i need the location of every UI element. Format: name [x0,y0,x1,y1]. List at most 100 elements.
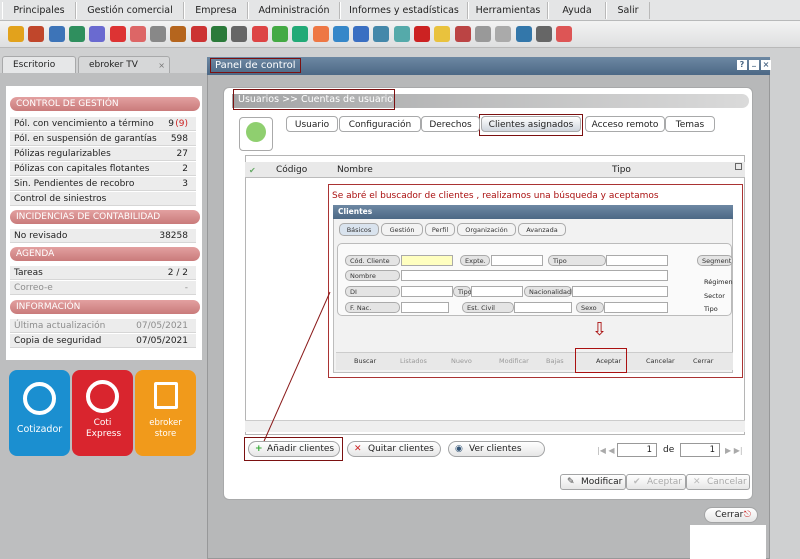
users-icon[interactable] [8,26,24,42]
accept-button[interactable]: ✔ Aceptar [626,474,686,490]
control-row[interactable]: Pól. con vencimiento a término 9 (9) [10,117,196,131]
person-icon[interactable] [28,26,45,42]
tab-escritorio[interactable]: Escritorio [2,56,76,73]
search-icon[interactable] [48,26,65,42]
tab-usuario[interactable]: Usuario [286,116,338,132]
control-row[interactable]: Pólizas con capitales flotantes 2 [10,162,196,176]
tipo2-select[interactable] [471,286,523,297]
phone2-icon[interactable] [515,26,532,42]
gear-icon[interactable] [312,26,329,42]
first-page-icon[interactable]: |◀ ◀ [597,446,615,455]
nacionalidad-input[interactable] [572,286,668,297]
control-row[interactable]: Pól. en suspensión de garantías 598 [10,132,196,146]
tab-ebroker-tv[interactable]: ebroker TV × [78,56,170,73]
briefcase-icon[interactable] [170,26,187,42]
info-row[interactable]: Copia de seguridad 07/05/2021 [10,334,196,348]
close-icon[interactable]: × [761,60,771,70]
card-icon[interactable] [68,26,85,42]
page-input[interactable]: 1 [617,443,657,457]
bulb-icon[interactable] [434,26,451,42]
tab-temas[interactable]: Temas [665,116,715,132]
fnac-input[interactable] [401,302,449,313]
info-row-value: 07/05/2021 [136,321,188,331]
wrench-icon[interactable] [150,26,167,42]
search-nuevo-button[interactable]: Nuevo [451,355,472,368]
pen-icon[interactable] [535,26,552,42]
help-icon[interactable] [556,26,573,42]
menu-gestion-comercial[interactable]: Gestión comercial [76,2,184,19]
e-icon[interactable] [332,26,349,42]
modify-button[interactable]: ✎ Modificar [560,474,626,490]
calendar2-icon[interactable] [393,26,410,42]
minimize-icon[interactable]: _ [749,59,759,70]
nombre-input[interactable] [401,270,668,281]
cancel-button[interactable]: ✕ Cancelar [686,474,750,490]
help-icon[interactable]: ? [737,60,747,70]
search-tab-perfil[interactable]: Perfil [425,223,455,236]
doc3-icon[interactable] [495,26,512,42]
app-cotizador[interactable]: Cotizador [9,370,70,456]
person-red-icon[interactable] [251,26,268,42]
view-clients-button[interactable]: ◉ Ver clientes [448,441,545,457]
search-bajas-button[interactable]: Bajas [546,355,564,368]
search-cerrar-button[interactable]: Cerrar [693,355,713,368]
search-modificar-button[interactable]: Modificar [499,355,529,368]
globe-icon[interactable] [292,26,309,42]
menu-herramientas[interactable]: Herramientas [468,2,548,19]
printer-icon[interactable] [89,26,106,42]
column-menu-icon[interactable] [735,163,742,170]
tipo-select[interactable] [606,255,668,266]
last-page-icon[interactable]: ▶ ▶| [725,446,743,455]
target-icon[interactable] [129,26,146,42]
search-tab-avanzada[interactable]: Avanzada [518,223,566,236]
search-tab-gestión[interactable]: Gestión [381,223,423,236]
cod-cliente-input[interactable] [401,255,453,266]
menu-salir[interactable]: Salir [606,2,650,19]
agenda-row[interactable]: Correo-e - [10,281,196,295]
control-row[interactable]: Sin. Pendientes de recobro 3 [10,177,196,191]
control-siniestros-row[interactable]: Control de siniestros [10,192,196,206]
calendar-icon[interactable] [190,26,207,42]
doc2-icon[interactable] [474,26,491,42]
info-row[interactable]: Última actualización 07/05/2021 [10,319,196,333]
estcivil-select[interactable] [514,302,572,313]
tab-derechos[interactable]: Derechos [421,116,480,132]
fire-icon[interactable] [109,26,126,42]
col-codigo[interactable]: Código [276,165,307,175]
search-cancelar-button[interactable]: Cancelar [646,355,675,368]
car-icon[interactable] [271,26,288,42]
doc-icon[interactable] [454,26,471,42]
search-tab-organización[interactable]: Organización [457,223,516,236]
book-icon[interactable] [211,26,227,42]
expte-input[interactable] [491,255,543,266]
remove-clients-button[interactable]: ✕ Quitar clientes [347,441,441,457]
check-icon[interactable]: ✔ [249,166,256,175]
col-nombre[interactable]: Nombre [337,165,373,175]
col-tipo[interactable]: Tipo [612,165,631,175]
arrow-icon[interactable] [373,26,390,42]
tab-acceso-remoto[interactable]: Acceso remoto [585,116,665,132]
search-listados-button[interactable]: Listados [400,355,427,368]
di-input[interactable] [401,286,453,297]
diamond-icon[interactable] [353,26,370,42]
search-tab-básicos[interactable]: Básicos [339,223,379,236]
close-button[interactable]: Cerrar ⎋ [704,507,758,523]
tab-configuración[interactable]: Configuración [339,116,421,132]
tab-clientes-asignados[interactable]: Clientes asignados [481,116,581,132]
search-buscar-button[interactable]: Buscar [354,355,376,368]
app-ebroker-store[interactable]: ebroker store [135,370,196,456]
app-coti-express[interactable]: Coti Express [72,370,133,456]
menu-empresa[interactable]: Empresa [184,2,248,19]
g-icon[interactable] [414,26,430,42]
close-tab-icon[interactable]: × [158,57,165,74]
menu-ayuda[interactable]: Ayuda [548,2,606,19]
agenda-row[interactable]: Tareas 2 / 2 [10,266,196,280]
search-aceptar-button[interactable]: Aceptar [596,355,621,368]
phone-icon[interactable] [231,26,248,42]
menu-principales[interactable]: Principales [2,2,76,19]
menu-informes[interactable]: Informes y estadísticas [340,2,468,19]
menu-administracion[interactable]: Administración [248,2,340,19]
control-row[interactable]: Pólizas regularizables 27 [10,147,196,161]
sexo-select[interactable] [604,302,668,313]
incidencias-row[interactable]: No revisado 38258 [10,229,196,243]
